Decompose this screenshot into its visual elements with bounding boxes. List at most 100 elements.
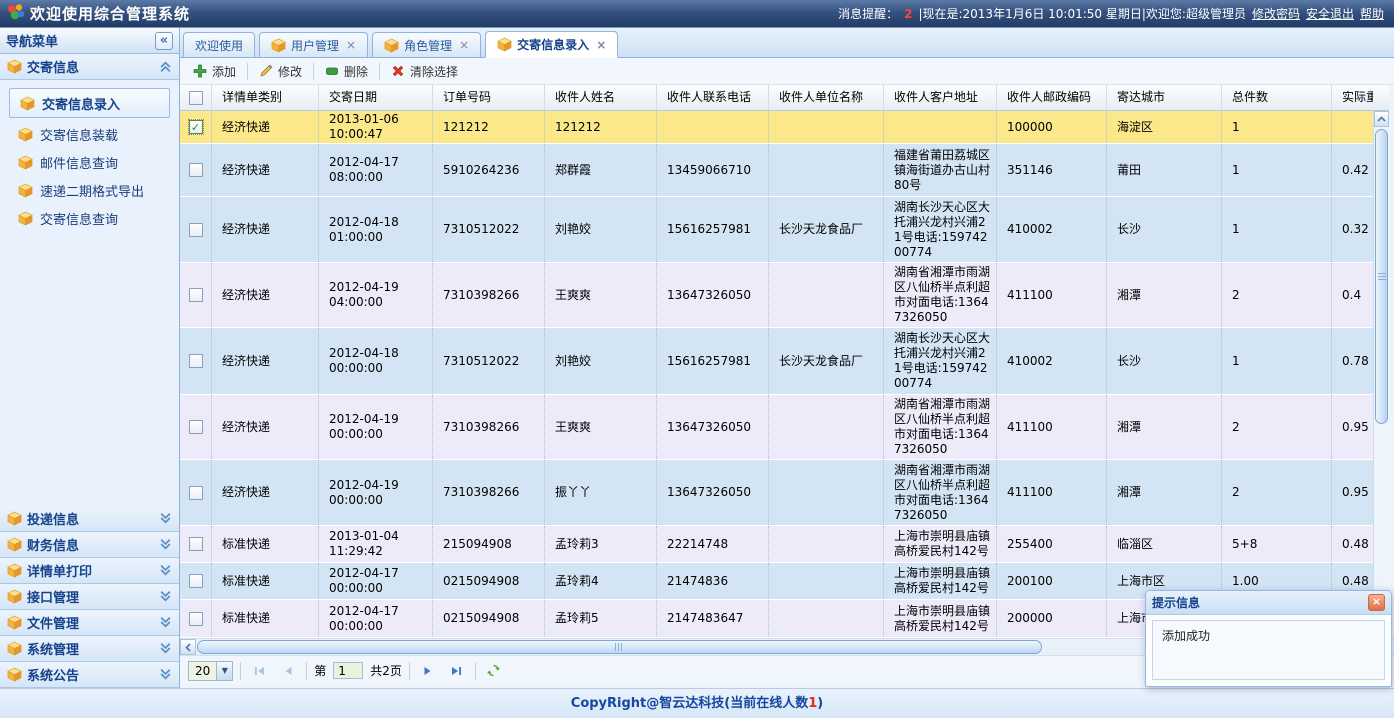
chevron-double-down-icon[interactable] — [159, 564, 172, 577]
scroll-left-button[interactable] — [180, 639, 196, 655]
cell-type: 经济快递 — [212, 144, 319, 196]
copyright-text: CopyRight@智云达科技(当前在线人数 — [571, 696, 808, 711]
add-button[interactable]: 添加 — [185, 61, 244, 82]
tab-user-management[interactable]: 用户管理× — [259, 32, 368, 57]
help-link[interactable]: 帮助 — [1360, 5, 1384, 22]
sidebar-section-mailing-info[interactable]: 交寄信息 — [0, 54, 179, 80]
tab-mail-entry[interactable]: 交寄信息录入× — [485, 31, 618, 58]
sidebar-section-waybill-print[interactable]: 详情单打印 — [0, 558, 179, 584]
row-checkbox[interactable] — [189, 288, 203, 302]
sidebar-section-delivery[interactable]: 投递信息 — [0, 506, 179, 532]
row-checkbox[interactable] — [189, 574, 203, 588]
cell-zip: 411100 — [997, 460, 1107, 525]
cell-type: 标准快递 — [212, 526, 319, 562]
table-row[interactable]: 标准快递 2013-01-0411:29:42 215094908 孟玲莉3 2… — [180, 526, 1373, 563]
last-page-button[interactable] — [446, 660, 468, 682]
table-row[interactable]: 经济快递 2012-04-1904:00:00 7310398266 王爽爽 1… — [180, 263, 1373, 328]
refresh-button[interactable] — [483, 660, 505, 682]
select-all-checkbox[interactable] — [189, 91, 203, 105]
chevron-double-down-icon[interactable] — [159, 616, 172, 629]
row-checkbox[interactable] — [189, 223, 203, 237]
sidebar-section-finance[interactable]: 财务信息 — [0, 532, 179, 558]
cell-weight: 0.95 — [1332, 395, 1373, 459]
chevron-double-down-icon[interactable] — [159, 590, 172, 603]
horizontal-scroll-thumb[interactable] — [197, 640, 1042, 654]
cell-phone: 15616257981 — [657, 328, 769, 394]
chevron-down-icon[interactable]: ▼ — [216, 662, 232, 680]
column-header[interactable]: 收件人客户地址 — [884, 85, 997, 111]
chevron-double-down-icon[interactable] — [159, 642, 172, 655]
close-tab-icon[interactable]: × — [459, 38, 469, 52]
cell-count: 1 — [1222, 111, 1332, 143]
edit-button[interactable]: 修改 — [251, 61, 310, 82]
row-checkbox[interactable]: ✓ — [189, 120, 203, 134]
cell-company — [769, 460, 884, 525]
row-checkbox[interactable] — [189, 486, 203, 500]
sidebar-section-system[interactable]: 系统管理 — [0, 636, 179, 662]
tab-welcome[interactable]: 欢迎使用 — [183, 32, 255, 57]
chevron-double-up-icon[interactable] — [159, 60, 172, 73]
sidebar-item-mailing-query[interactable]: 交寄信息查询 — [0, 204, 179, 232]
row-checkbox[interactable] — [189, 163, 203, 177]
prev-page-button[interactable] — [277, 660, 299, 682]
logout-link[interactable]: 安全退出 — [1306, 5, 1354, 22]
column-header[interactable]: 交寄日期 — [319, 85, 433, 111]
vertical-scroll-thumb[interactable] — [1375, 129, 1388, 424]
topbar: 欢迎使用综合管理系统 消息提醒： 2 |现在是:2013年1月6日 10:01:… — [0, 0, 1394, 28]
delete-button[interactable]: 删除 — [317, 61, 376, 82]
cell-zip: 100000 — [997, 111, 1107, 143]
column-header[interactable]: 订单号码 — [433, 85, 545, 111]
sidebar-item-mail-entry[interactable]: 交寄信息录入 — [9, 88, 170, 118]
first-page-button[interactable] — [248, 660, 270, 682]
table-row[interactable]: 经济快递 2012-04-1900:00:00 7310398266 振丫丫 1… — [180, 460, 1373, 526]
sidebar-collapse-button[interactable]: « — [155, 32, 173, 50]
chevron-double-down-icon[interactable] — [159, 538, 172, 551]
sidebar-item-mail-query[interactable]: 邮件信息查询 — [0, 148, 179, 176]
column-header[interactable]: 详情单类别 — [212, 85, 319, 111]
cell-count: 1 — [1222, 144, 1332, 196]
column-header[interactable]: 寄达城市 — [1107, 85, 1222, 111]
row-checkbox[interactable] — [189, 354, 203, 368]
package-icon — [7, 511, 22, 526]
clear-selection-button[interactable]: 清除选择 — [383, 61, 466, 82]
vertical-scrollbar[interactable] — [1373, 111, 1389, 638]
column-header[interactable]: 收件人联系电话 — [657, 85, 769, 111]
cell-city: 临淄区 — [1107, 526, 1222, 562]
tab-role-management[interactable]: 角色管理× — [372, 32, 481, 57]
table-row[interactable]: 经济快递 2012-04-1900:00:00 7310398266 王爽爽 1… — [180, 395, 1373, 460]
table-row[interactable]: ✓ 经济快递 2013-01-0610:00:47 121212 121212 … — [180, 111, 1373, 144]
column-header[interactable]: 收件人邮政编码 — [997, 85, 1107, 111]
close-icon[interactable]: × — [1368, 594, 1385, 611]
row-checkbox[interactable] — [189, 612, 203, 626]
close-tab-icon[interactable]: × — [596, 38, 606, 52]
scroll-up-button[interactable] — [1374, 111, 1389, 127]
grid-rows: ✓ 经济快递 2013-01-0610:00:47 121212 121212 … — [180, 111, 1373, 638]
page-size-select[interactable]: 20 ▼ — [188, 661, 233, 681]
chevron-double-down-icon[interactable] — [159, 512, 172, 525]
table-row[interactable]: 经济快递 2012-04-1801:00:00 7310512022 刘艳姣 1… — [180, 197, 1373, 263]
cell-city: 湘潭 — [1107, 395, 1222, 459]
column-header[interactable]: 实际重量 — [1332, 85, 1373, 111]
table-row[interactable]: 经济快递 2012-04-1708:00:00 5910264236 郑群霞 1… — [180, 144, 1373, 197]
popup-title-bar[interactable]: 提示信息 × — [1146, 591, 1391, 615]
cell-city: 长沙 — [1107, 328, 1222, 394]
row-checkbox[interactable] — [189, 537, 203, 551]
change-password-link[interactable]: 修改密码 — [1252, 5, 1300, 22]
cell-order: 7310512022 — [433, 197, 545, 262]
column-header[interactable]: 总件数 — [1222, 85, 1332, 111]
chevron-double-down-icon[interactable] — [159, 668, 172, 681]
close-tab-icon[interactable]: × — [346, 38, 356, 52]
next-page-button[interactable] — [417, 660, 439, 682]
sidebar-section-file[interactable]: 文件管理 — [0, 610, 179, 636]
sidebar-item-mail-load[interactable]: 交寄信息装载 — [0, 120, 179, 148]
page-number-input[interactable] — [333, 662, 363, 679]
datetime-welcome-text: |现在是:2013年1月6日 10:01:50 星期日|欢迎您:超级管理员 — [918, 5, 1246, 22]
sidebar-item-express-export[interactable]: 速递二期格式导出 — [0, 176, 179, 204]
column-header[interactable]: 收件人姓名 — [545, 85, 657, 111]
sidebar-section-interface[interactable]: 接口管理 — [0, 584, 179, 610]
sidebar-section-body: 交寄信息录入 交寄信息装载 邮件信息查询 速递二期格式导出 交寄信息查询 — [0, 80, 179, 506]
column-header[interactable]: 收件人单位名称 — [769, 85, 884, 111]
sidebar-section-announcement[interactable]: 系统公告 — [0, 662, 179, 688]
row-checkbox[interactable] — [189, 420, 203, 434]
table-row[interactable]: 经济快递 2012-04-1800:00:00 7310512022 刘艳姣 1… — [180, 328, 1373, 395]
